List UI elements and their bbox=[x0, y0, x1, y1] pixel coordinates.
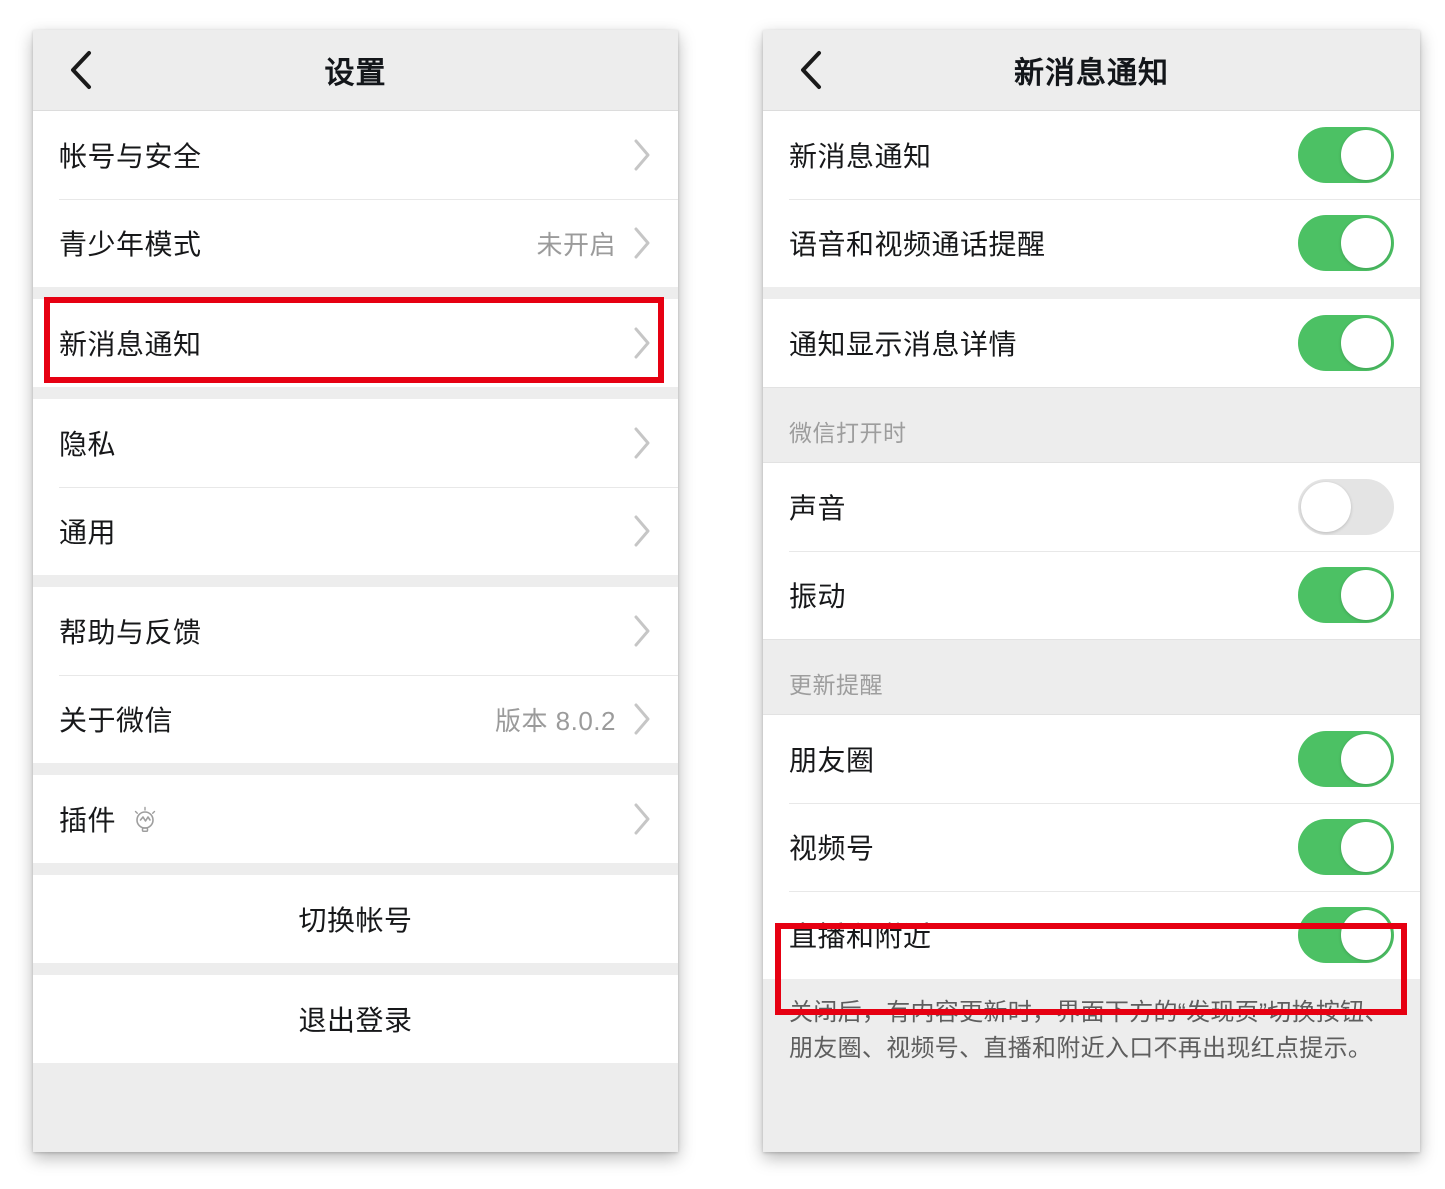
group-divider bbox=[33, 287, 678, 299]
settings-group-notifications: 新消息通知 bbox=[33, 299, 678, 387]
group-divider bbox=[33, 963, 678, 975]
toggle-new-message-notification[interactable] bbox=[1298, 127, 1394, 183]
toggle-sound[interactable] bbox=[1298, 479, 1394, 535]
row-label: 关于微信 bbox=[59, 705, 174, 736]
toggle-show-message-detail[interactable] bbox=[1298, 315, 1394, 371]
row-label: 青少年模式 bbox=[59, 229, 202, 260]
row-label: 插件 bbox=[59, 805, 117, 836]
settings-row-privacy[interactable]: 隐私 bbox=[33, 399, 678, 487]
toggle-knob bbox=[1341, 318, 1391, 368]
section-header-update-reminder: 更新提醒 bbox=[763, 639, 1420, 715]
row-label: 隐私 bbox=[59, 429, 117, 460]
notification-row-show-message-detail[interactable]: 通知显示消息详情 bbox=[763, 299, 1420, 387]
toggle-knob bbox=[1341, 570, 1391, 620]
toggle-moments[interactable] bbox=[1298, 731, 1394, 787]
notification-list: 新消息通知 语音和视频通话提醒 通知显示消息详情 微信打开时 声音 振动 更新提… bbox=[763, 111, 1420, 1152]
toggle-live-and-nearby[interactable] bbox=[1298, 907, 1394, 963]
settings-group-account: 帐号与安全 青少年模式 未开启 bbox=[33, 111, 678, 287]
button-label: 切换帐号 bbox=[298, 905, 413, 936]
row-label: 声音 bbox=[789, 493, 847, 524]
row-label: 帐号与安全 bbox=[59, 141, 202, 172]
chevron-right-icon bbox=[632, 326, 652, 360]
row-label: 新消息通知 bbox=[59, 329, 202, 360]
toggle-vibrate[interactable] bbox=[1298, 567, 1394, 623]
row-value: 未开启 bbox=[536, 229, 616, 260]
row-label: 语音和视频通话提醒 bbox=[789, 229, 1046, 260]
toggle-knob bbox=[1301, 482, 1351, 532]
settings-list: 帐号与安全 青少年模式 未开启 新消息通知 隐私 通用 帮助与反馈 关于微信 版… bbox=[33, 111, 678, 1152]
chevron-left-icon bbox=[798, 49, 824, 91]
group-divider bbox=[33, 763, 678, 775]
settings-row-teen-mode[interactable]: 青少年模式 未开启 bbox=[33, 199, 678, 287]
row-label: 通知显示消息详情 bbox=[789, 329, 1018, 360]
lightbulb-icon bbox=[130, 806, 160, 836]
toggle-channels[interactable] bbox=[1298, 819, 1394, 875]
chevron-right-icon bbox=[632, 426, 652, 460]
settings-group-switch-account: 切换帐号 bbox=[33, 875, 678, 963]
notification-row-channels[interactable]: 视频号 bbox=[763, 803, 1420, 891]
settings-row-plugins[interactable]: 插件 bbox=[33, 775, 678, 863]
chevron-right-icon bbox=[632, 514, 652, 548]
page-title: 新消息通知 bbox=[1014, 57, 1169, 90]
settings-navbar: 设置 bbox=[33, 30, 678, 111]
toggle-knob bbox=[1341, 910, 1391, 960]
switch-account-button[interactable]: 切换帐号 bbox=[33, 875, 678, 963]
notification-group-when-open: 声音 振动 bbox=[763, 463, 1420, 639]
toggle-knob bbox=[1341, 734, 1391, 784]
group-divider bbox=[33, 575, 678, 587]
toggle-voice-video-call-alert[interactable] bbox=[1298, 215, 1394, 271]
chevron-right-icon bbox=[632, 614, 652, 648]
notification-group-update-reminder: 朋友圈 视频号 直播和附近 bbox=[763, 715, 1420, 979]
settings-group-help-about: 帮助与反馈 关于微信 版本 8.0.2 bbox=[33, 587, 678, 763]
group-divider bbox=[33, 387, 678, 399]
toggle-knob bbox=[1341, 218, 1391, 268]
settings-row-new-message-notification[interactable]: 新消息通知 bbox=[33, 299, 678, 387]
group-divider bbox=[763, 287, 1420, 299]
row-label: 通用 bbox=[59, 517, 117, 548]
notification-row-vibrate[interactable]: 振动 bbox=[763, 551, 1420, 639]
row-label: 帮助与反馈 bbox=[59, 617, 202, 648]
page-title: 设置 bbox=[324, 57, 387, 90]
settings-row-help-feedback[interactable]: 帮助与反馈 bbox=[33, 587, 678, 675]
notification-row-live-and-nearby[interactable]: 直播和附近 bbox=[763, 891, 1420, 979]
row-label: 直播和附近 bbox=[789, 921, 932, 952]
row-label: 振动 bbox=[789, 581, 847, 612]
chevron-right-icon bbox=[632, 702, 652, 736]
settings-group-logout: 退出登录 bbox=[33, 975, 678, 1063]
notification-row-moments[interactable]: 朋友圈 bbox=[763, 715, 1420, 803]
row-label: 朋友圈 bbox=[789, 745, 875, 776]
section-header-when-wechat-open: 微信打开时 bbox=[763, 387, 1420, 463]
chevron-left-icon bbox=[68, 49, 94, 91]
toggle-knob bbox=[1341, 130, 1391, 180]
notification-navbar: 新消息通知 bbox=[763, 30, 1420, 111]
notification-row-sound[interactable]: 声音 bbox=[763, 463, 1420, 551]
back-button[interactable] bbox=[789, 46, 833, 94]
settings-row-about-wechat[interactable]: 关于微信 版本 8.0.2 bbox=[33, 675, 678, 763]
settings-row-general[interactable]: 通用 bbox=[33, 487, 678, 575]
chevron-right-icon bbox=[632, 138, 652, 172]
dual-screenshot-canvas: 设置 帐号与安全 青少年模式 未开启 新消息通知 隐私 通用 帮助与反馈 关于微… bbox=[0, 0, 1445, 1189]
group-divider bbox=[33, 863, 678, 875]
row-label: 视频号 bbox=[789, 833, 875, 864]
chevron-right-icon bbox=[632, 802, 652, 836]
new-message-notification-screen: 新消息通知 新消息通知 语音和视频通话提醒 通知显示消息详情 微信打开时 声音 … bbox=[763, 30, 1420, 1152]
back-button[interactable] bbox=[59, 46, 103, 94]
chevron-right-icon bbox=[632, 226, 652, 260]
notification-group-main: 新消息通知 语音和视频通话提醒 bbox=[763, 111, 1420, 287]
toggle-knob bbox=[1341, 822, 1391, 872]
row-label: 新消息通知 bbox=[789, 141, 932, 172]
notification-row-voice-video-call[interactable]: 语音和视频通话提醒 bbox=[763, 199, 1420, 287]
logout-button[interactable]: 退出登录 bbox=[33, 975, 678, 1063]
footnote-text: 关闭后，有内容更新时，界面下方的“发现页”切换按钮、朋友圈、视频号、直播和附近入… bbox=[763, 979, 1420, 1067]
version-value: 版本 8.0.2 bbox=[494, 705, 616, 736]
settings-row-account-security[interactable]: 帐号与安全 bbox=[33, 111, 678, 199]
button-label: 退出登录 bbox=[298, 1005, 413, 1036]
settings-group-privacy-general: 隐私 通用 bbox=[33, 399, 678, 575]
notification-group-detail: 通知显示消息详情 bbox=[763, 299, 1420, 387]
settings-screen: 设置 帐号与安全 青少年模式 未开启 新消息通知 隐私 通用 帮助与反馈 关于微… bbox=[33, 30, 678, 1152]
notification-row-new-message[interactable]: 新消息通知 bbox=[763, 111, 1420, 199]
settings-group-plugins: 插件 bbox=[33, 775, 678, 863]
